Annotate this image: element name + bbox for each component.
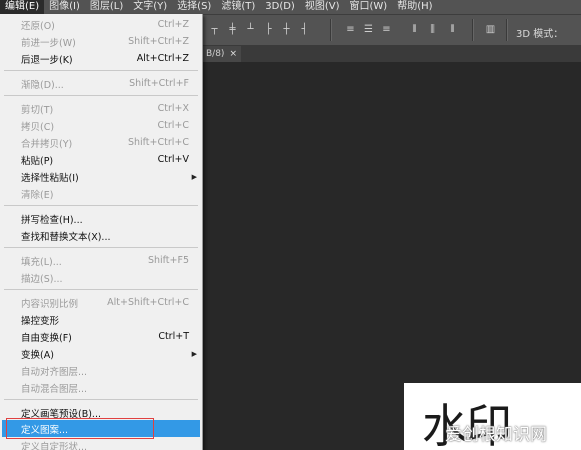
menu-item-label: 描边(S)... [21, 273, 63, 285]
menu-item-fill[interactable]: 填充(L)... Shift+F5 [2, 252, 200, 269]
distribute-right-icon[interactable]: ⫴ [446, 23, 459, 36]
menu-separator [4, 70, 198, 71]
menu-item-step-backward[interactable]: 后退一步(K) Alt+Ctrl+Z [2, 50, 200, 67]
menu-item-auto-align[interactable]: 自动对齐图层... [2, 362, 200, 379]
menu-bar: 编辑(E) 图像(I) 图层(L) 文字(Y) 选择(S) 滤镜(T) 3D(D… [0, 0, 581, 15]
menu-help[interactable]: 帮助(H) [392, 0, 437, 14]
menu-separator [4, 399, 198, 400]
menu-item-label: 渐隐(D)... [21, 79, 64, 91]
distribute-hcenter-icon[interactable]: ⫼ [426, 23, 439, 36]
menu-item-label: 查找和替换文本(X)... [21, 231, 111, 243]
align-vcenter-icon[interactable]: ╪ [226, 23, 239, 36]
document-tab-title: B/8) [206, 49, 225, 59]
menu-item-label: 自动混合图层... [21, 383, 88, 395]
menu-item-label: 内容识别比例 [21, 298, 79, 310]
highlight-annotation-box [6, 418, 154, 439]
menu-type[interactable]: 文字(Y) [128, 0, 172, 14]
menu-item-paste[interactable]: 粘贴(P) Ctrl+V [2, 151, 200, 168]
3d-mode-label: 3D 模式： [516, 29, 564, 40]
menu-item-label: 选择性粘贴(I) [21, 172, 79, 184]
menu-image[interactable]: 图像(I) [44, 0, 85, 14]
menu-item-shortcut: Alt+Shift+Ctrl+C [107, 297, 189, 308]
menu-item-copy-merged[interactable]: 合并拷贝(Y) Shift+Ctrl+C [2, 134, 200, 151]
distribute-bottom-icon[interactable]: ≡ [380, 23, 393, 36]
menu-item-label: 自由变换(F) [21, 332, 72, 344]
menu-item-auto-blend[interactable]: 自动混合图层... [2, 379, 200, 396]
align-left-icon[interactable]: ├ [262, 23, 275, 36]
menu-window[interactable]: 窗口(W) [345, 0, 393, 14]
distribute-top-icon[interactable]: ≡ [344, 23, 357, 36]
menu-item-label: 变换(A) [21, 349, 54, 361]
menu-item-label: 自动对齐图层... [21, 366, 88, 378]
menu-item-check-spelling[interactable]: 拼写检查(H)... [2, 210, 200, 227]
align-bottom-icon[interactable]: ┴ [244, 23, 257, 36]
menu-item-shortcut: Shift+Ctrl+C [127, 137, 189, 148]
menu-item-shortcut: Shift+Ctrl+F [129, 78, 189, 89]
menu-view[interactable]: 视图(V) [300, 0, 345, 14]
distribute-left-icon[interactable]: ⫴ [408, 23, 421, 36]
menu-item-label: 拷贝(C) [21, 121, 55, 133]
menu-item-free-transform[interactable]: 自由变换(F) Ctrl+T [2, 328, 200, 345]
options-separator [330, 19, 332, 41]
edit-menu-dropdown: 还原(O) Ctrl+Z 前进一步(W) Shift+Ctrl+Z 后退一步(K… [0, 14, 203, 450]
submenu-arrow-icon: ▶ [191, 172, 197, 181]
distribute-vcenter-icon[interactable]: ☰ [362, 23, 375, 36]
menu-3d[interactable]: 3D(D) [260, 0, 300, 14]
menu-item-label: 操控变形 [21, 315, 60, 327]
align-top-icon[interactable]: ┬ [208, 23, 221, 36]
options-separator [506, 19, 508, 41]
menu-item-label: 填充(L)... [21, 256, 62, 268]
menu-item-label: 前进一步(W) [21, 37, 76, 49]
menu-item-content-aware-scale[interactable]: 内容识别比例 Alt+Shift+Ctrl+C [2, 294, 200, 311]
menu-item-find-replace[interactable]: 查找和替换文本(X)... [2, 227, 200, 244]
align-hcenter-icon[interactable]: ┼ [280, 23, 293, 36]
auto-align-icon[interactable]: ▥ [484, 23, 497, 36]
menu-item-label: 拼写检查(H)... [21, 214, 83, 226]
menu-separator [4, 289, 198, 290]
menu-item-puppet-warp[interactable]: 操控变形 [2, 311, 200, 328]
menu-separator [4, 95, 198, 96]
menu-select[interactable]: 选择(S) [172, 0, 216, 14]
menu-item-shortcut: Shift+Ctrl+Z [128, 36, 189, 47]
menu-item-undo[interactable]: 还原(O) Ctrl+Z [2, 16, 200, 33]
menu-item-transform[interactable]: 变换(A) ▶ [2, 345, 200, 362]
menu-item-label: 清除(E) [21, 189, 54, 201]
menu-item-label: 粘贴(P) [21, 155, 54, 167]
submenu-arrow-icon: ▶ [191, 349, 197, 358]
menu-item-shortcut: Ctrl+C [157, 120, 190, 131]
menu-item-label: 还原(O) [21, 20, 55, 32]
menu-item-shortcut: Ctrl+X [157, 103, 189, 114]
menu-item-label: 剪切(T) [21, 104, 54, 116]
menu-item-paste-special[interactable]: 选择性粘贴(I) ▶ [2, 168, 200, 185]
align-right-icon[interactable]: ┤ [298, 23, 311, 36]
menu-item-fade[interactable]: 渐隐(D)... Shift+Ctrl+F [2, 75, 200, 92]
close-icon[interactable]: × [229, 46, 237, 62]
menu-item-label: 合并拷贝(Y) [21, 138, 73, 150]
menu-item-label: 后退一步(K) [21, 54, 73, 66]
menu-item-shortcut: Shift+F5 [147, 255, 189, 266]
menu-item-shortcut: Alt+Ctrl+Z [136, 53, 189, 64]
menu-layer[interactable]: 图层(L) [85, 0, 128, 14]
menu-item-label: 定义自定形状... [21, 441, 88, 450]
menu-item-copy[interactable]: 拷贝(C) Ctrl+C [2, 117, 200, 134]
menu-item-stroke[interactable]: 描边(S)... [2, 269, 200, 286]
menu-item-step-forward[interactable]: 前进一步(W) Shift+Ctrl+Z [2, 33, 200, 50]
menu-item-cut[interactable]: 剪切(T) Ctrl+X [2, 100, 200, 117]
watermark-text: 爱创根知识网 [445, 425, 547, 445]
menu-item-shortcut: Ctrl+T [158, 331, 189, 342]
menu-edit[interactable]: 编辑(E) [0, 0, 45, 14]
menu-separator [4, 247, 198, 248]
document-tab[interactable]: B/8) × [202, 46, 241, 62]
menu-item-shortcut: Ctrl+V [157, 154, 189, 165]
menu-separator [4, 205, 198, 206]
menu-item-shortcut: Ctrl+Z [157, 19, 189, 30]
menu-item-clear[interactable]: 清除(E) [2, 185, 200, 202]
options-separator [472, 19, 474, 41]
menu-filter[interactable]: 滤镜(T) [216, 0, 260, 14]
